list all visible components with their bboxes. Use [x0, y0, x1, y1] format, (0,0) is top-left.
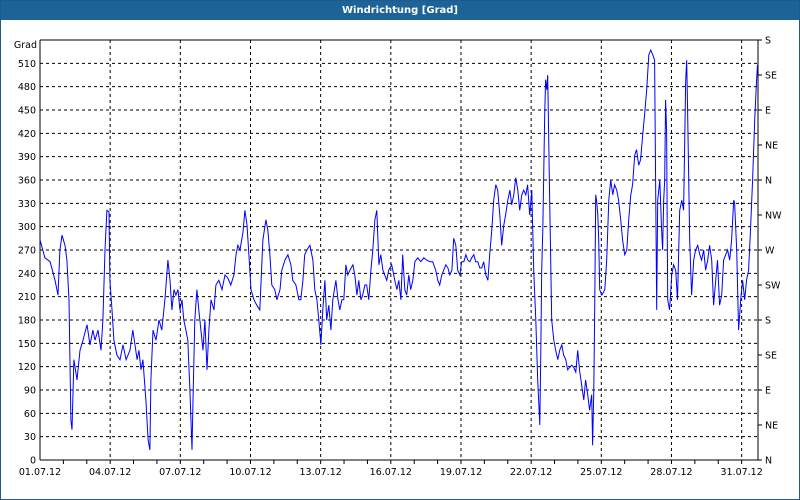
y-tick-label: 420 — [18, 129, 36, 140]
right-axis-label: W — [765, 246, 775, 257]
right-axis-label: NE — [765, 141, 778, 152]
y-tick-label: 480 — [18, 82, 36, 93]
right-axis-label: SW — [765, 281, 781, 292]
right-axis-label: E — [765, 386, 771, 397]
right-axis-label: NE — [765, 421, 778, 432]
series-line-windrichtung — [39, 48, 758, 450]
right-axis-label: N — [765, 176, 772, 187]
y-tick-label: 150 — [18, 339, 36, 350]
x-tick-label: 25.07.12 — [580, 467, 622, 478]
y-tick-label: 30 — [24, 432, 36, 443]
y-tick-label: 270 — [18, 246, 36, 257]
y-tick-label: 60 — [24, 409, 36, 420]
x-tick-label: 19.07.12 — [440, 467, 482, 478]
y-tick-label: 330 — [18, 199, 36, 210]
x-tick-label: 16.07.12 — [370, 467, 412, 478]
y-tick-label: 450 — [18, 106, 36, 117]
x-tick-label: 10.07.12 — [229, 467, 271, 478]
right-axis-label: S — [765, 316, 771, 327]
x-tick-label: 22.07.12 — [510, 467, 552, 478]
right-axis-label: S — [765, 36, 771, 47]
x-tick-label: 13.07.12 — [299, 467, 341, 478]
y-tick-label: 210 — [18, 292, 36, 303]
wind-direction-chart: Grad 0 30 60 90 120 150 180 210 240 270 300 330 360 3… — [14, 36, 782, 479]
y-axis-label: Grad — [14, 40, 37, 51]
y-tick-label: 300 — [18, 222, 36, 233]
right-axis-label: E — [765, 106, 771, 117]
x-tick-label: 04.07.12 — [89, 467, 131, 478]
y-tick-label: 90 — [24, 386, 36, 397]
right-axis-label: NW — [765, 211, 782, 222]
y-tick-label: 390 — [18, 152, 36, 163]
x-tick-label: 07.07.12 — [159, 467, 201, 478]
y-tick-label: 0 — [30, 456, 36, 467]
right-axis-label: SE — [765, 351, 777, 362]
right-axis-label: N — [765, 456, 772, 467]
y-tick-label: 360 — [18, 176, 36, 187]
y-tick-label: 120 — [18, 362, 36, 373]
x-tick-label: 01.07.12 — [19, 467, 61, 478]
right-axis-label: SE — [765, 71, 777, 82]
y-tick-label: 510 — [18, 59, 36, 70]
x-tick-label: 31.07.12 — [720, 467, 762, 478]
y-tick-label: 180 — [18, 316, 36, 327]
x-tick-label: 28.07.12 — [650, 467, 692, 478]
y-tick-label: 240 — [18, 269, 36, 280]
